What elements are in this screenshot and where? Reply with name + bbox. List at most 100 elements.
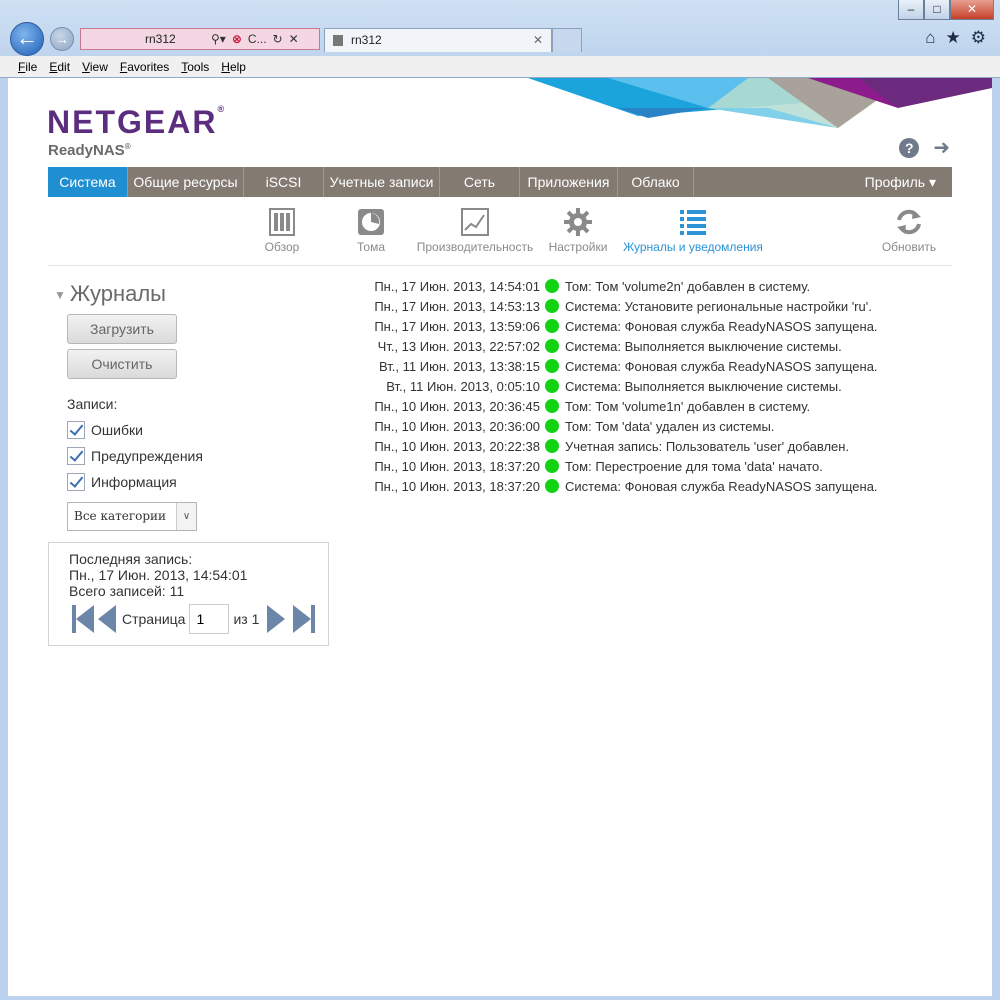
category-select[interactable]: Все категории ∨ bbox=[67, 502, 197, 531]
subnav-logs-label: Журналы и уведомления bbox=[623, 240, 763, 254]
overview-icon bbox=[268, 208, 296, 236]
tab-close-icon[interactable]: ✕ bbox=[533, 29, 543, 51]
new-tab-button[interactable] bbox=[552, 28, 582, 52]
category-select-value: Все категории bbox=[74, 509, 167, 523]
log-message: Система: Выполняется выключение системы. bbox=[565, 338, 842, 354]
nav-system[interactable]: Система bbox=[48, 167, 128, 197]
logs-section-title[interactable]: ▼ Журналы bbox=[54, 281, 166, 307]
favorites-star-icon[interactable]: ★ bbox=[946, 28, 961, 48]
address-bar[interactable]: rn312 ⚲▾ ⊗ C... ↻ ✕ bbox=[80, 28, 320, 50]
status-ok-icon bbox=[545, 479, 559, 493]
total-records: Всего записей: 11 bbox=[69, 583, 185, 599]
pagination: Страница из 1 bbox=[72, 604, 319, 634]
stop-icon[interactable]: ✕ bbox=[289, 32, 299, 46]
back-button[interactable]: ← bbox=[10, 22, 44, 56]
nav-iscsi[interactable]: iSCSI bbox=[244, 167, 324, 197]
log-row: Чт., 13 Июн. 2013, 22:57:02 Система: Выпо… bbox=[340, 336, 842, 356]
status-ok-icon bbox=[545, 319, 559, 333]
logs-list-icon bbox=[679, 208, 707, 236]
log-row: Пн., 10 Июн. 2013, 18:37:20 Том: Перестро… bbox=[340, 456, 822, 476]
subnav-overview-label: Обзор bbox=[264, 240, 300, 254]
menu-favorites[interactable]: Favorites bbox=[120, 60, 169, 74]
nav-profile[interactable]: Профиль ▾ bbox=[865, 167, 952, 197]
refresh-icon[interactable]: ↻ bbox=[273, 32, 283, 46]
filter-errors-label: Ошибки bbox=[91, 422, 143, 438]
nav-accounts[interactable]: Учетные записи bbox=[324, 167, 440, 197]
last-page-icon[interactable] bbox=[293, 605, 316, 633]
last-record-label: Последняя запись: bbox=[69, 551, 193, 567]
menu-bar: File Edit View Favorites Tools Help bbox=[0, 56, 1000, 77]
browser-tab[interactable]: rn312 ✕ bbox=[324, 28, 552, 52]
log-date: Пн., 17 Июн. 2013, 13:59:06 bbox=[374, 318, 540, 334]
cert-error-icon[interactable]: ⊗ bbox=[232, 32, 242, 46]
status-ok-icon bbox=[545, 439, 559, 453]
maximize-button[interactable]: □ bbox=[924, 0, 950, 20]
filter-errors[interactable]: Ошибки bbox=[67, 421, 143, 439]
status-ok-icon bbox=[545, 379, 559, 393]
download-button[interactable]: Загрузить bbox=[67, 314, 177, 344]
search-icon[interactable]: ⚲▾ bbox=[211, 32, 226, 46]
product-name: ReadyNAS® bbox=[48, 142, 131, 159]
filter-info[interactable]: Информация bbox=[67, 473, 177, 491]
log-message: Учетная запись: Пользователь 'user' доба… bbox=[565, 438, 850, 454]
nav-apps[interactable]: Приложения bbox=[520, 167, 618, 197]
log-message: Система: Фоновая служба ReadyNASOS запущ… bbox=[565, 318, 878, 334]
records-label: Записи: bbox=[67, 396, 118, 412]
help-icon[interactable]: ? bbox=[899, 138, 920, 158]
volumes-icon bbox=[357, 208, 385, 236]
log-message: Том: Том 'data' удален из системы. bbox=[565, 418, 775, 434]
menu-file[interactable]: File bbox=[18, 60, 37, 74]
window-frame-left bbox=[0, 78, 8, 1000]
page-number-input[interactable] bbox=[189, 604, 230, 634]
cert-error-label: C... bbox=[247, 32, 267, 46]
log-date: Пн., 10 Июн. 2013, 20:36:45 bbox=[374, 398, 540, 414]
sub-nav: Обзор Тома Производительность Настройки … bbox=[48, 198, 952, 266]
checkbox-warnings[interactable] bbox=[67, 447, 85, 465]
minimize-button[interactable]: – bbox=[898, 0, 924, 20]
filter-warnings-label: Предупреждения bbox=[91, 448, 203, 464]
header-icons: ? ➜ bbox=[899, 138, 950, 158]
subnav-volumes[interactable]: Тома bbox=[350, 208, 392, 254]
log-date: Вт., 11 Июн. 2013, 13:38:15 bbox=[379, 358, 540, 374]
nav-shares[interactable]: Общие ресурсы bbox=[128, 167, 244, 197]
status-ok-icon bbox=[545, 299, 559, 313]
collapse-triangle-icon[interactable]: ▼ bbox=[54, 288, 66, 302]
checkbox-errors[interactable] bbox=[67, 421, 85, 439]
close-window-button[interactable]: ✕ bbox=[950, 0, 994, 20]
logs-title-text: Журналы bbox=[69, 281, 166, 306]
menu-edit[interactable]: Edit bbox=[49, 60, 70, 74]
last-record-value: Пн., 17 Июн. 2013, 14:54:01 bbox=[69, 567, 248, 583]
gear-icon[interactable]: ⚙ bbox=[971, 28, 986, 48]
log-date: Пн., 17 Июн. 2013, 14:54:01 bbox=[374, 278, 540, 294]
log-row: Пн., 17 Июн. 2013, 14:54:01 Том: Том 'vol… bbox=[340, 276, 810, 296]
logout-icon[interactable]: ➜ bbox=[933, 138, 950, 158]
log-date: Пн., 17 Июн. 2013, 14:53:13 bbox=[374, 298, 540, 314]
next-page-icon[interactable] bbox=[267, 605, 286, 633]
subnav-performance[interactable]: Производительность bbox=[412, 208, 538, 254]
filter-warnings[interactable]: Предупреждения bbox=[67, 447, 203, 465]
menu-view[interactable]: View bbox=[82, 60, 108, 74]
menu-help[interactable]: Help bbox=[221, 60, 246, 74]
log-date: Вт., 11 Июн. 2013, 0:05:10 bbox=[386, 378, 540, 394]
log-message: Система: Фоновая служба ReadyNASOS запущ… bbox=[565, 358, 878, 374]
subnav-overview[interactable]: Обзор bbox=[257, 208, 307, 254]
log-date: Пн., 10 Июн. 2013, 18:37:20 bbox=[374, 458, 540, 474]
log-row: Пн., 10 Июн. 2013, 20:22:38 Учетная запис… bbox=[340, 436, 849, 456]
checkbox-info[interactable] bbox=[67, 473, 85, 491]
nav-cloud[interactable]: Облако bbox=[618, 167, 694, 197]
forward-button[interactable]: → bbox=[50, 27, 74, 51]
subnav-refresh[interactable]: Обновить bbox=[878, 208, 940, 254]
subnav-settings-label: Настройки bbox=[548, 240, 608, 254]
prev-page-icon[interactable] bbox=[98, 605, 116, 633]
subnav-logs[interactable]: Журналы и уведомления bbox=[620, 208, 766, 254]
home-icon[interactable]: ⌂ bbox=[925, 28, 935, 48]
clear-button[interactable]: Очистить bbox=[67, 349, 177, 379]
nav-network[interactable]: Сеть bbox=[440, 167, 520, 197]
log-message: Система: Выполняется выключение системы. bbox=[565, 378, 842, 394]
chevron-down-icon[interactable]: ∨ bbox=[176, 503, 196, 530]
first-page-icon[interactable] bbox=[72, 605, 94, 633]
menu-tools[interactable]: Tools bbox=[181, 60, 209, 74]
status-ok-icon bbox=[545, 459, 559, 473]
log-message: Том: Том 'volume1n' добавлен в систему. bbox=[565, 398, 811, 414]
subnav-settings[interactable]: Настройки bbox=[546, 208, 610, 254]
